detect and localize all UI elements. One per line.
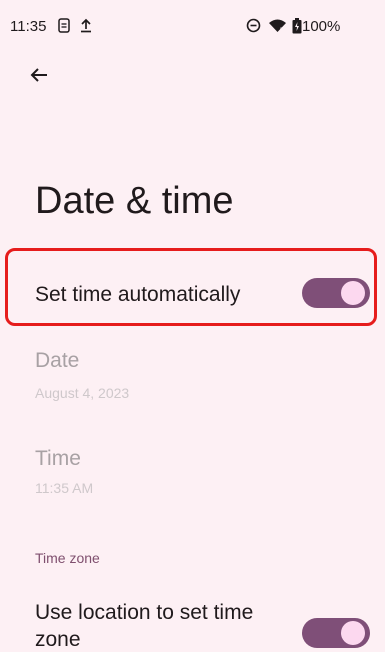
wifi-icon: 5 <box>268 18 287 36</box>
status-time: 11:35 <box>10 18 47 35</box>
location-tz-setting[interactable]: Use location to set time zone <box>0 595 385 651</box>
svg-text:5: 5 <box>280 28 284 33</box>
status-bar: 11:35 5 100% <box>0 0 385 40</box>
date-setting: Date August 4, 2023 <box>0 345 385 415</box>
location-tz-toggle[interactable] <box>302 618 370 648</box>
dnd-icon <box>246 18 261 36</box>
auto-time-toggle[interactable] <box>302 278 370 308</box>
battery-percent: 100% <box>302 18 341 35</box>
toggle-thumb <box>341 281 365 305</box>
sim-icon <box>58 18 70 36</box>
date-value: August 4, 2023 <box>35 385 130 401</box>
page-title: Date & time <box>35 180 234 222</box>
auto-time-label: Set time automatically <box>35 283 241 306</box>
upload-icon <box>80 18 92 36</box>
date-label: Date <box>35 349 80 372</box>
time-value: 11:35 AM <box>35 480 94 496</box>
time-setting: Time 11:35 AM <box>0 443 385 513</box>
battery-icon <box>292 18 302 37</box>
location-tz-label-line2: zone <box>35 628 81 651</box>
time-label: Time <box>35 447 81 470</box>
back-button[interactable] <box>22 60 56 94</box>
arrow-back-icon <box>30 67 48 88</box>
time-zone-section-header: Time zone <box>35 550 100 566</box>
toggle-thumb <box>341 621 365 645</box>
auto-time-setting[interactable]: Set time automatically <box>0 250 385 324</box>
location-tz-label-line1: Use location to set time <box>35 601 254 624</box>
